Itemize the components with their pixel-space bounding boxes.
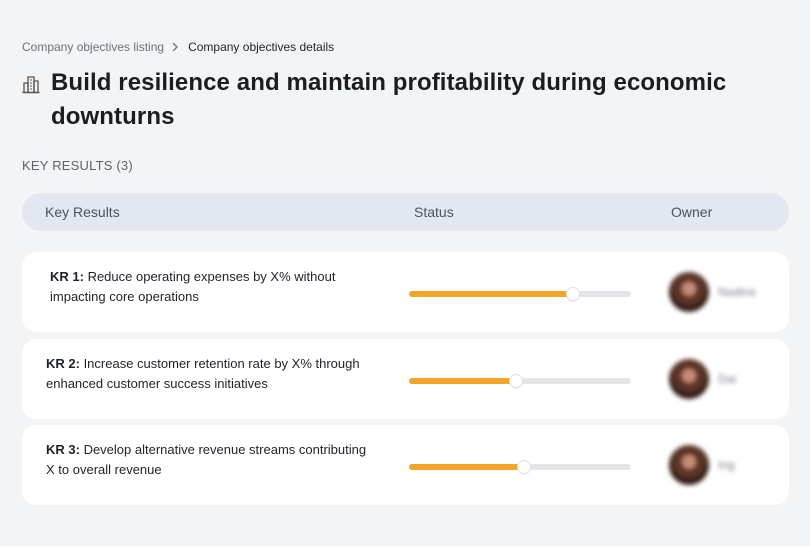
status-progress-bar: [409, 375, 631, 387]
status-progress-bar: [409, 288, 631, 300]
progress-slider-handle[interactable]: [567, 288, 580, 300]
key-result-description: KR 1: Reduce operating expenses by X% wi…: [50, 267, 380, 307]
column-header-owner: Owner: [671, 204, 713, 220]
breadcrumb: Company objectives listing Company objec…: [22, 40, 334, 54]
key-result-id: KR 1:: [50, 269, 84, 284]
progress-slider-handle[interactable]: [518, 461, 531, 473]
owner-name: Dai: [718, 372, 737, 386]
key-result-row[interactable]: KR 2: Increase customer retention rate b…: [22, 339, 789, 419]
progress-fill: [409, 291, 574, 297]
chevron-right-icon: [172, 42, 179, 52]
key-result-id: KR 2:: [46, 356, 80, 371]
column-header-key-results: Key Results: [45, 204, 120, 220]
key-result-text: Develop alternative revenue streams cont…: [46, 442, 367, 477]
owner[interactable]: Ing: [669, 445, 735, 485]
key-result-row[interactable]: KR 1: Reduce operating expenses by X% wi…: [22, 252, 789, 332]
breadcrumb-link-listing[interactable]: Company objectives listing: [22, 40, 164, 54]
avatar: [669, 359, 709, 399]
owner-name: Ing: [718, 458, 735, 472]
key-result-text: Reduce operating expenses by X% without …: [50, 269, 336, 304]
key-results-section-label: KEY RESULTS (3): [22, 158, 133, 173]
key-result-text: Increase customer retention rate by X% t…: [46, 356, 360, 391]
owner[interactable]: Nadine: [669, 272, 756, 312]
key-result-description: KR 3: Develop alternative revenue stream…: [46, 440, 376, 480]
breadcrumb-current: Company objectives details: [188, 40, 335, 54]
avatar: [669, 445, 709, 485]
progress-fill: [409, 378, 516, 384]
table-header: Key Results Status Owner: [22, 193, 789, 231]
key-result-description: KR 2: Increase customer retention rate b…: [46, 354, 376, 394]
key-result-row[interactable]: KR 3: Develop alternative revenue stream…: [22, 425, 789, 505]
progress-fill: [409, 464, 525, 470]
status-progress-bar: [409, 461, 631, 473]
avatar: [669, 272, 709, 312]
progress-slider-handle[interactable]: [509, 375, 522, 387]
objective-header: Build resilience and maintain profitabil…: [22, 66, 792, 134]
key-result-id: KR 3:: [46, 442, 80, 457]
owner-name: Nadine: [718, 285, 757, 299]
owner[interactable]: Dai: [669, 359, 736, 399]
building-icon: [22, 74, 40, 94]
column-header-status: Status: [414, 204, 454, 220]
page-title: Build resilience and maintain profitabil…: [51, 69, 727, 130]
